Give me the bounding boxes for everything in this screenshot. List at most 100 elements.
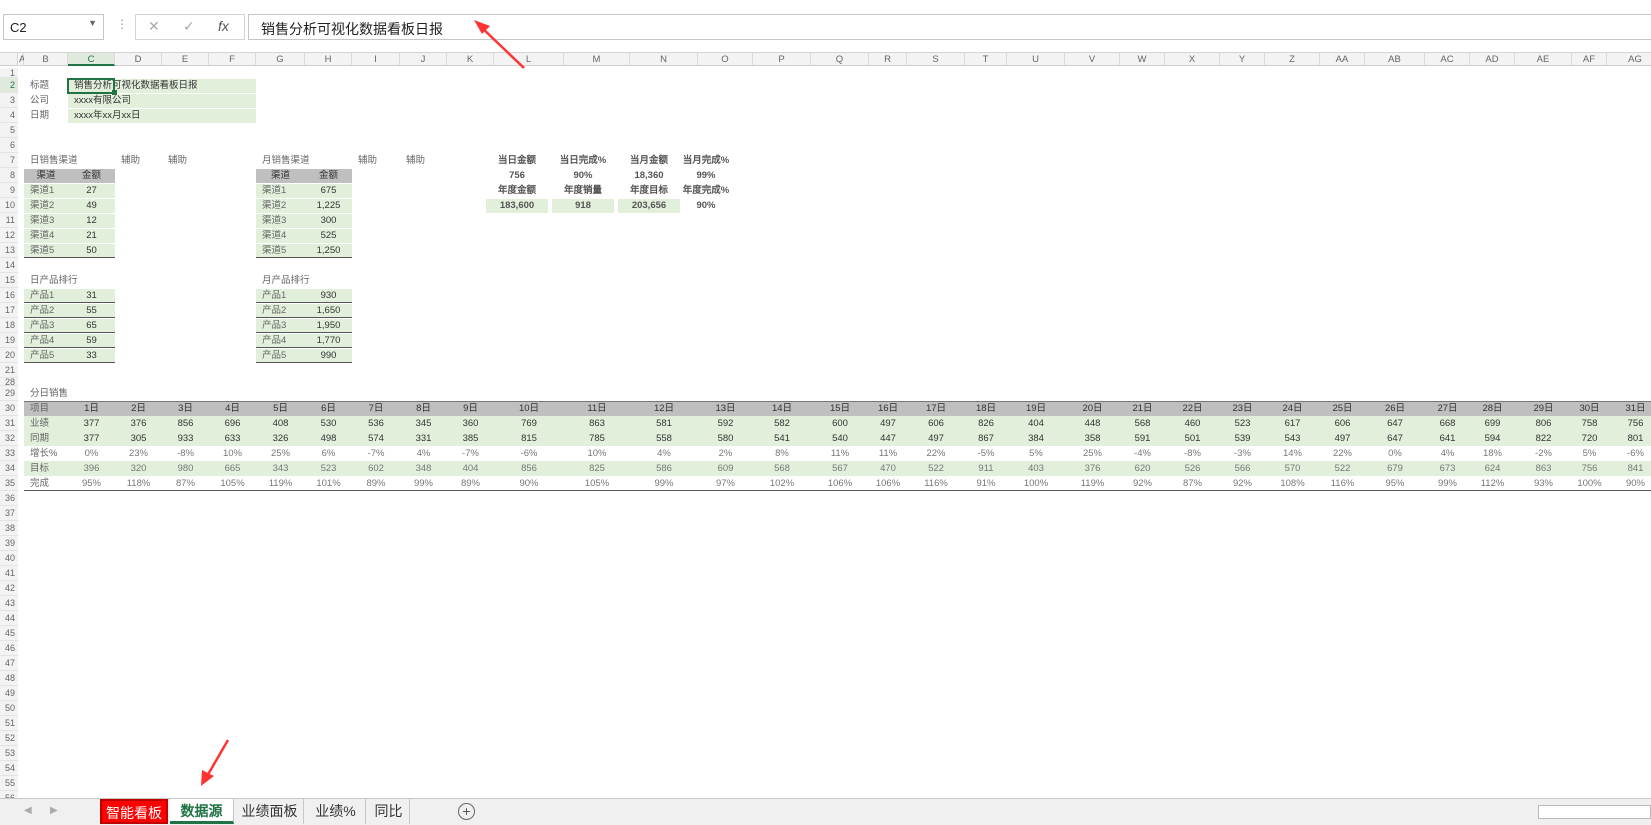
- table-cell[interactable]: 801: [1607, 432, 1651, 446]
- table-row-value[interactable]: 49: [68, 199, 115, 213]
- row-header[interactable]: 2: [0, 78, 18, 93]
- table-cell[interactable]: 501: [1165, 432, 1220, 446]
- day-header[interactable]: 29日: [1515, 402, 1572, 416]
- table-cell[interactable]: 592: [698, 417, 753, 431]
- table-cell[interactable]: 99%: [630, 477, 698, 491]
- table-title[interactable]: 日销售渠道: [24, 154, 115, 168]
- sheet-tab[interactable]: 业绩%: [306, 799, 366, 824]
- column-header[interactable]: C: [68, 53, 115, 66]
- row-header[interactable]: 16: [0, 288, 18, 303]
- table-cell[interactable]: 343: [256, 462, 305, 476]
- day-header[interactable]: 16日: [869, 402, 907, 416]
- table-row-value[interactable]: 33: [68, 349, 115, 363]
- table-cell[interactable]: 497: [907, 432, 965, 446]
- table-row-value[interactable]: 525: [305, 229, 352, 243]
- day-header[interactable]: 2日: [115, 402, 162, 416]
- table-cell[interactable]: 91%: [965, 477, 1007, 491]
- table-cell[interactable]: 102%: [753, 477, 811, 491]
- table-cell[interactable]: -7%: [447, 447, 494, 461]
- row-header[interactable]: 10: [0, 198, 18, 213]
- table-cell[interactable]: 345: [400, 417, 447, 431]
- day-header[interactable]: 7日: [352, 402, 400, 416]
- table-cell[interactable]: 543: [1265, 432, 1320, 446]
- table-header[interactable]: 金额: [68, 169, 115, 183]
- table-row-value[interactable]: 1,650: [305, 304, 352, 318]
- header-value[interactable]: 销售分析可视化数据看板日报: [68, 79, 256, 93]
- column-header[interactable]: P: [753, 53, 811, 66]
- table-row-value[interactable]: 675: [305, 184, 352, 198]
- table-cell[interactable]: 6%: [305, 447, 352, 461]
- column-header[interactable]: X: [1165, 53, 1220, 66]
- column-header[interactable]: D: [115, 53, 162, 66]
- kpi-label[interactable]: 年度完成%: [678, 184, 734, 198]
- kpi-label[interactable]: 年度目标: [618, 184, 680, 198]
- table-cell[interactable]: 377: [68, 432, 115, 446]
- table-cell[interactable]: 4%: [1425, 447, 1470, 461]
- table-cell[interactable]: 87%: [162, 477, 209, 491]
- row-header[interactable]: 3: [0, 93, 18, 108]
- day-header[interactable]: 11日: [564, 402, 630, 416]
- day-header[interactable]: 30日: [1572, 402, 1607, 416]
- day-header[interactable]: 13日: [698, 402, 753, 416]
- table-row-label[interactable]: 产品3: [256, 319, 305, 333]
- table-cell[interactable]: 358: [1065, 432, 1120, 446]
- row-header[interactable]: 8: [0, 168, 18, 183]
- table-row-label[interactable]: 业绩: [24, 417, 68, 431]
- table-cell[interactable]: 633: [209, 432, 256, 446]
- table-cell[interactable]: 119%: [1065, 477, 1120, 491]
- table-row-value[interactable]: 930: [305, 289, 352, 303]
- header-value[interactable]: xxxx年xx月xx日: [68, 109, 256, 123]
- row-header[interactable]: 31: [0, 416, 18, 431]
- table-cell[interactable]: 408: [256, 417, 305, 431]
- table-cell[interactable]: 815: [494, 432, 564, 446]
- row-header[interactable]: 9: [0, 183, 18, 198]
- table-cell[interactable]: 106%: [869, 477, 907, 491]
- row-header[interactable]: 32: [0, 431, 18, 446]
- table-cell[interactable]: -6%: [1607, 447, 1651, 461]
- row-header[interactable]: 12: [0, 228, 18, 243]
- table-cell[interactable]: 769: [494, 417, 564, 431]
- table-cell[interactable]: 404: [1007, 417, 1065, 431]
- table-row-value[interactable]: 27: [68, 184, 115, 198]
- table-row-label[interactable]: 渠道2: [24, 199, 68, 213]
- table-cell[interactable]: 758: [1572, 417, 1607, 431]
- table-cell[interactable]: 530: [305, 417, 352, 431]
- column-header[interactable]: M: [564, 53, 630, 66]
- column-header[interactable]: Y: [1220, 53, 1265, 66]
- table-cell[interactable]: 594: [1470, 432, 1515, 446]
- column-header[interactable]: O: [698, 53, 753, 66]
- row-header[interactable]: 33: [0, 446, 18, 461]
- table-cell[interactable]: 100%: [1007, 477, 1065, 491]
- table-cell[interactable]: 617: [1265, 417, 1320, 431]
- table-row-value[interactable]: 1,770: [305, 334, 352, 348]
- table-cell[interactable]: 385: [447, 432, 494, 446]
- table-cell[interactable]: 522: [907, 462, 965, 476]
- enter-icon[interactable]: ✓: [183, 18, 195, 35]
- table-cell[interactable]: 95%: [1365, 477, 1425, 491]
- row-header[interactable]: 35: [0, 476, 18, 491]
- table-cell[interactable]: 570: [1265, 462, 1320, 476]
- table-cell[interactable]: 673: [1425, 462, 1470, 476]
- day-header[interactable]: 20日: [1065, 402, 1120, 416]
- row-header[interactable]: 5: [0, 123, 18, 138]
- table-cell[interactable]: 841: [1607, 462, 1651, 476]
- cancel-icon[interactable]: ✕: [148, 18, 160, 35]
- table-cell[interactable]: 756: [1572, 462, 1607, 476]
- table-cell[interactable]: 348: [400, 462, 447, 476]
- table-cell[interactable]: 11%: [811, 447, 869, 461]
- table-cell[interactable]: 2%: [698, 447, 753, 461]
- table-cell[interactable]: 497: [869, 417, 907, 431]
- header-label[interactable]: 标题: [24, 79, 68, 93]
- column-header[interactable]: Z: [1265, 53, 1320, 66]
- row-header[interactable]: 34: [0, 461, 18, 476]
- table-cell[interactable]: 118%: [115, 477, 162, 491]
- day-header[interactable]: 3日: [162, 402, 209, 416]
- table-cell[interactable]: -4%: [1120, 447, 1165, 461]
- table-row-value[interactable]: 1,225: [305, 199, 352, 213]
- column-header[interactable]: AG: [1607, 53, 1651, 66]
- table-cell[interactable]: 326: [256, 432, 305, 446]
- table-cell[interactable]: 497: [1320, 432, 1365, 446]
- row-header[interactable]: 15: [0, 273, 18, 288]
- row-header[interactable]: 52: [0, 731, 18, 746]
- row-header[interactable]: 47: [0, 656, 18, 671]
